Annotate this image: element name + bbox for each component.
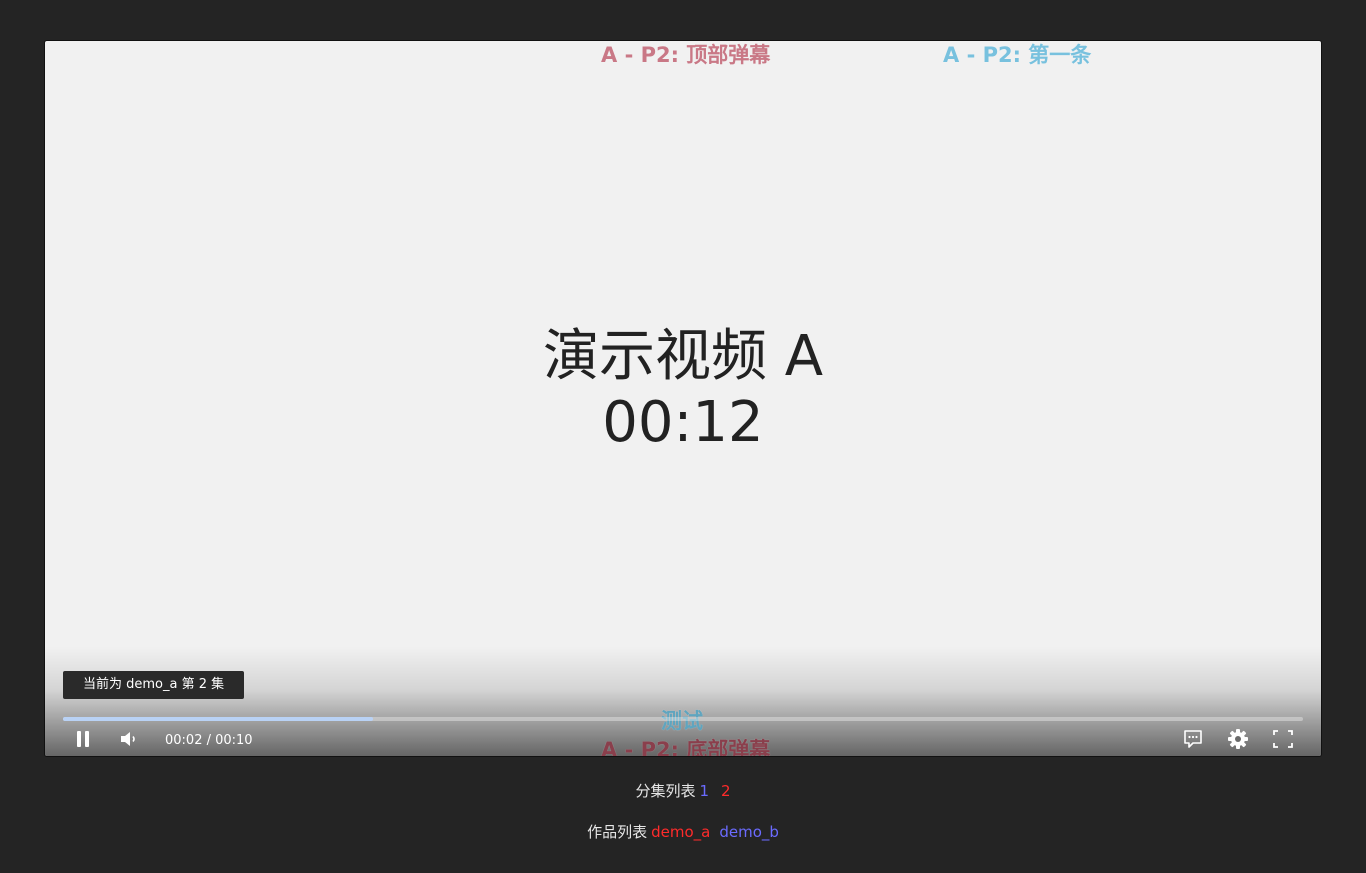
work-link-demo-a[interactable]: demo_a xyxy=(651,823,710,841)
danmaku-top-2: A - P2: 第一条 xyxy=(943,43,1092,67)
play-pause-button[interactable] xyxy=(71,729,95,753)
episode-link-2[interactable]: 2 xyxy=(721,782,731,800)
video-title: 演示视频 A xyxy=(542,324,824,389)
video-timestamp: 00:12 xyxy=(602,390,764,455)
video-player[interactable]: 演示视频 A 00:12 A - P2: 顶部弹幕 A - P2: 第一条 测试… xyxy=(44,40,1322,757)
danmaku-toggle-icon xyxy=(1182,728,1204,754)
works-list-label: 作品列表 xyxy=(587,823,648,841)
video-frame-text: 演示视频 A 00:12 xyxy=(45,324,1321,456)
settings-gear-icon xyxy=(1227,728,1249,754)
danmaku-top-1: A - P2: 顶部弹幕 xyxy=(601,43,771,67)
episode-list: 分集列表 1 2 xyxy=(0,780,1366,801)
episode-link-1[interactable]: 1 xyxy=(699,782,709,800)
volume-icon xyxy=(119,730,139,752)
time-display: 00:02 / 00:10 xyxy=(165,733,253,748)
episode-list-label: 分集列表 xyxy=(635,782,696,800)
fullscreen-icon xyxy=(1272,729,1294,753)
volume-button[interactable] xyxy=(117,729,141,753)
danmaku-bottom-2: A - P2: 底部弹幕 xyxy=(601,738,771,757)
works-list: 作品列表 demo_a demo_b xyxy=(0,821,1366,842)
work-link-demo-b[interactable]: demo_b xyxy=(719,823,779,841)
fullscreen-button[interactable] xyxy=(1271,729,1295,753)
progress-bar-fill xyxy=(63,717,373,721)
danmaku-toggle-button[interactable] xyxy=(1181,729,1205,753)
settings-button[interactable] xyxy=(1226,729,1250,753)
episode-tooltip: 当前为 demo_a 第 2 集 xyxy=(63,671,245,699)
pause-icon xyxy=(75,730,91,752)
progress-bar[interactable] xyxy=(63,717,1303,721)
